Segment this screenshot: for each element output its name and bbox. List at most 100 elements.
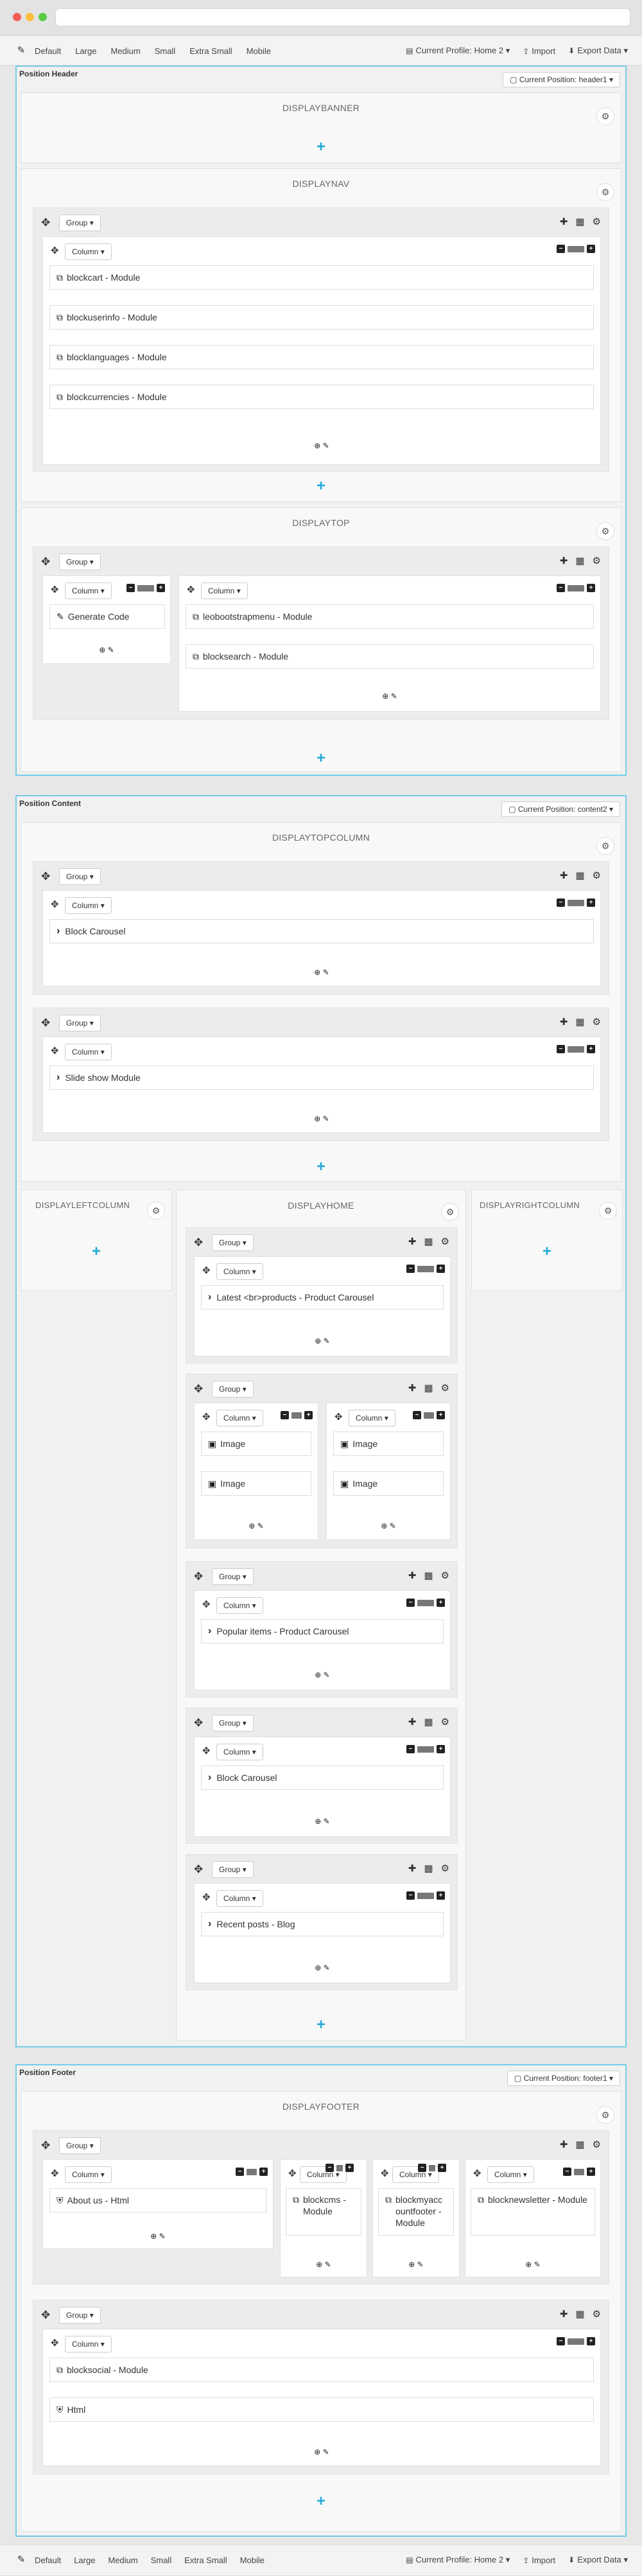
minus-icon[interactable]: − xyxy=(563,2168,571,2176)
grid-icon[interactable]: ▦ xyxy=(575,555,584,566)
column-dropdown[interactable]: Column ▾ xyxy=(65,2166,112,2183)
width-bar[interactable] xyxy=(429,2164,435,2171)
plus-icon[interactable]: + xyxy=(437,1745,445,1753)
module-item[interactable]: ⛨ Html xyxy=(49,2397,594,2422)
add-module-icon[interactable]: ⊕ xyxy=(381,1521,387,1530)
minus-icon[interactable]: − xyxy=(236,2168,244,2176)
module-item[interactable]: ▣ Image xyxy=(201,1471,311,1496)
module-item[interactable]: › Latest <br>products - Product Carousel xyxy=(201,1285,444,1310)
add-module-icon[interactable]: ⊕ xyxy=(314,1114,320,1123)
grid-icon[interactable]: ▦ xyxy=(575,1016,584,1028)
width-bar[interactable] xyxy=(417,1892,434,1899)
width-bar[interactable] xyxy=(568,899,584,906)
move-icon[interactable]: ✥ xyxy=(51,585,59,595)
module-item[interactable]: › Block Carousel xyxy=(49,919,594,943)
add-group-icon[interactable]: + xyxy=(21,139,621,155)
add-column-icon[interactable]: ✚ xyxy=(560,2308,568,2320)
grid-icon[interactable]: ▦ xyxy=(424,1862,433,1874)
gear-icon[interactable]: ⚙ xyxy=(596,522,614,540)
header-position-dropdown[interactable]: ▢ Current Position: header1 ▾ xyxy=(503,72,620,87)
gear-icon[interactable]: ⚙ xyxy=(593,2308,601,2320)
column-dropdown[interactable]: Column ▾ xyxy=(216,1890,263,1907)
device-small[interactable]: Small xyxy=(155,46,176,56)
grid-icon[interactable]: ▦ xyxy=(575,2139,584,2150)
edit-icon[interactable]: ✎ xyxy=(108,645,114,654)
gear-icon[interactable]: ⚙ xyxy=(596,2106,614,2124)
move-icon[interactable]: ✥ xyxy=(202,1600,211,1609)
width-bar[interactable] xyxy=(291,1412,302,1419)
import-button[interactable]: ⇪ Import xyxy=(523,2555,555,2565)
grid-icon[interactable]: ▦ xyxy=(424,1570,433,1581)
column-dropdown[interactable]: Column ▾ xyxy=(65,243,112,260)
add-column-icon[interactable]: ✚ xyxy=(408,1382,417,1394)
move-icon[interactable]: ✥ xyxy=(41,1017,50,1028)
edit-icon[interactable]: ✎ xyxy=(390,1521,396,1530)
add-column-icon[interactable]: ✚ xyxy=(408,1716,417,1728)
gear-icon[interactable]: ⚙ xyxy=(599,1202,617,1220)
module-item[interactable]: ▣ Image xyxy=(201,1432,311,1456)
grid-icon[interactable]: ▦ xyxy=(424,1236,433,1247)
add-group-icon[interactable]: + xyxy=(21,478,621,494)
edit-icon[interactable]: ✎ xyxy=(323,2448,329,2457)
add-module-icon[interactable]: ⊕ xyxy=(314,441,320,450)
add-module-icon[interactable]: ⊕ xyxy=(315,1963,321,1972)
group-dropdown[interactable]: Group ▾ xyxy=(212,1715,254,1731)
module-item[interactable]: ⧉ blocklanguages - Module xyxy=(49,345,594,369)
plus-icon[interactable]: + xyxy=(438,2164,446,2172)
minus-icon[interactable]: − xyxy=(557,898,565,907)
edit-icon[interactable]: ✎ xyxy=(159,2232,166,2241)
move-icon[interactable]: ✥ xyxy=(51,246,59,256)
plus-icon[interactable]: + xyxy=(437,1411,445,1419)
move-icon[interactable]: ✥ xyxy=(51,1046,59,1056)
add-module-icon[interactable]: ⊕ xyxy=(315,1336,321,1345)
device-large[interactable]: Large xyxy=(75,46,96,56)
move-icon[interactable]: ✥ xyxy=(194,1237,203,1248)
gear-icon[interactable]: ⚙ xyxy=(441,1716,449,1728)
move-icon[interactable]: ✥ xyxy=(51,2338,59,2348)
width-bar[interactable] xyxy=(417,1599,434,1606)
plus-icon[interactable]: + xyxy=(437,1265,445,1273)
edit-icon[interactable]: ✎ xyxy=(257,1521,264,1530)
gear-icon[interactable]: ⚙ xyxy=(593,1016,601,1028)
magic-wand-icon[interactable]: ✎ xyxy=(14,44,28,58)
device-medium[interactable]: Medium xyxy=(110,46,140,56)
grid-icon[interactable]: ▦ xyxy=(424,1716,433,1728)
move-icon[interactable]: ✥ xyxy=(41,217,50,228)
width-bar[interactable] xyxy=(137,584,154,591)
column-dropdown[interactable]: Column ▾ xyxy=(216,1744,263,1760)
move-icon[interactable]: ✥ xyxy=(41,556,50,567)
gear-icon[interactable]: ⚙ xyxy=(596,107,614,125)
group-dropdown[interactable]: Group ▾ xyxy=(59,554,101,570)
edit-icon[interactable]: ✎ xyxy=(323,968,329,977)
minus-icon[interactable]: − xyxy=(413,1411,421,1419)
module-item[interactable]: ⧉ blockcurrencies - Module xyxy=(49,385,594,409)
add-group-icon[interactable]: + xyxy=(21,2494,621,2509)
width-bar[interactable] xyxy=(417,1746,434,1753)
export-dropdown[interactable]: ⬇ Export Data ▾ xyxy=(568,46,628,56)
gear-icon[interactable]: ⚙ xyxy=(441,1203,459,1221)
edit-icon[interactable]: ✎ xyxy=(391,692,397,701)
add-module-icon[interactable]: ⊕ xyxy=(314,2448,320,2457)
module-item[interactable]: ✎ Generate Code xyxy=(49,604,165,629)
plus-icon[interactable]: + xyxy=(587,1045,595,1053)
move-icon[interactable]: ✥ xyxy=(194,1717,203,1728)
add-module-icon[interactable]: ⊕ xyxy=(315,1817,321,1826)
profile-dropdown[interactable]: ▤ Current Profile: Home 2 ▾ xyxy=(406,46,510,56)
minus-icon[interactable]: − xyxy=(126,584,135,592)
column-dropdown[interactable]: Column ▾ xyxy=(487,2166,534,2183)
column-dropdown[interactable]: Column ▾ xyxy=(216,1410,263,1426)
module-item[interactable]: › Slide show Module xyxy=(49,1065,594,1090)
gear-icon[interactable]: ⚙ xyxy=(593,2139,601,2150)
group-dropdown[interactable]: Group ▾ xyxy=(212,1861,254,1878)
magic-wand-icon[interactable]: ✎ xyxy=(14,2553,28,2567)
move-icon[interactable]: ✥ xyxy=(194,1383,203,1394)
export-dropdown[interactable]: ⬇ Export Data ▾ xyxy=(568,2555,628,2565)
group-dropdown[interactable]: Group ▾ xyxy=(212,1381,254,1398)
profile-dropdown[interactable]: ▤ Current Profile: Home 2 ▾ xyxy=(406,2555,510,2565)
width-bar[interactable] xyxy=(336,2164,343,2171)
move-icon[interactable]: ✥ xyxy=(194,1864,203,1875)
add-module-icon[interactable]: ⊕ xyxy=(99,645,105,654)
module-item[interactable]: ⧉ blockcart - Module xyxy=(49,265,594,290)
module-item[interactable]: ⧉ blockcms - Module xyxy=(286,2188,361,2236)
move-icon[interactable]: ✥ xyxy=(194,1571,203,1582)
